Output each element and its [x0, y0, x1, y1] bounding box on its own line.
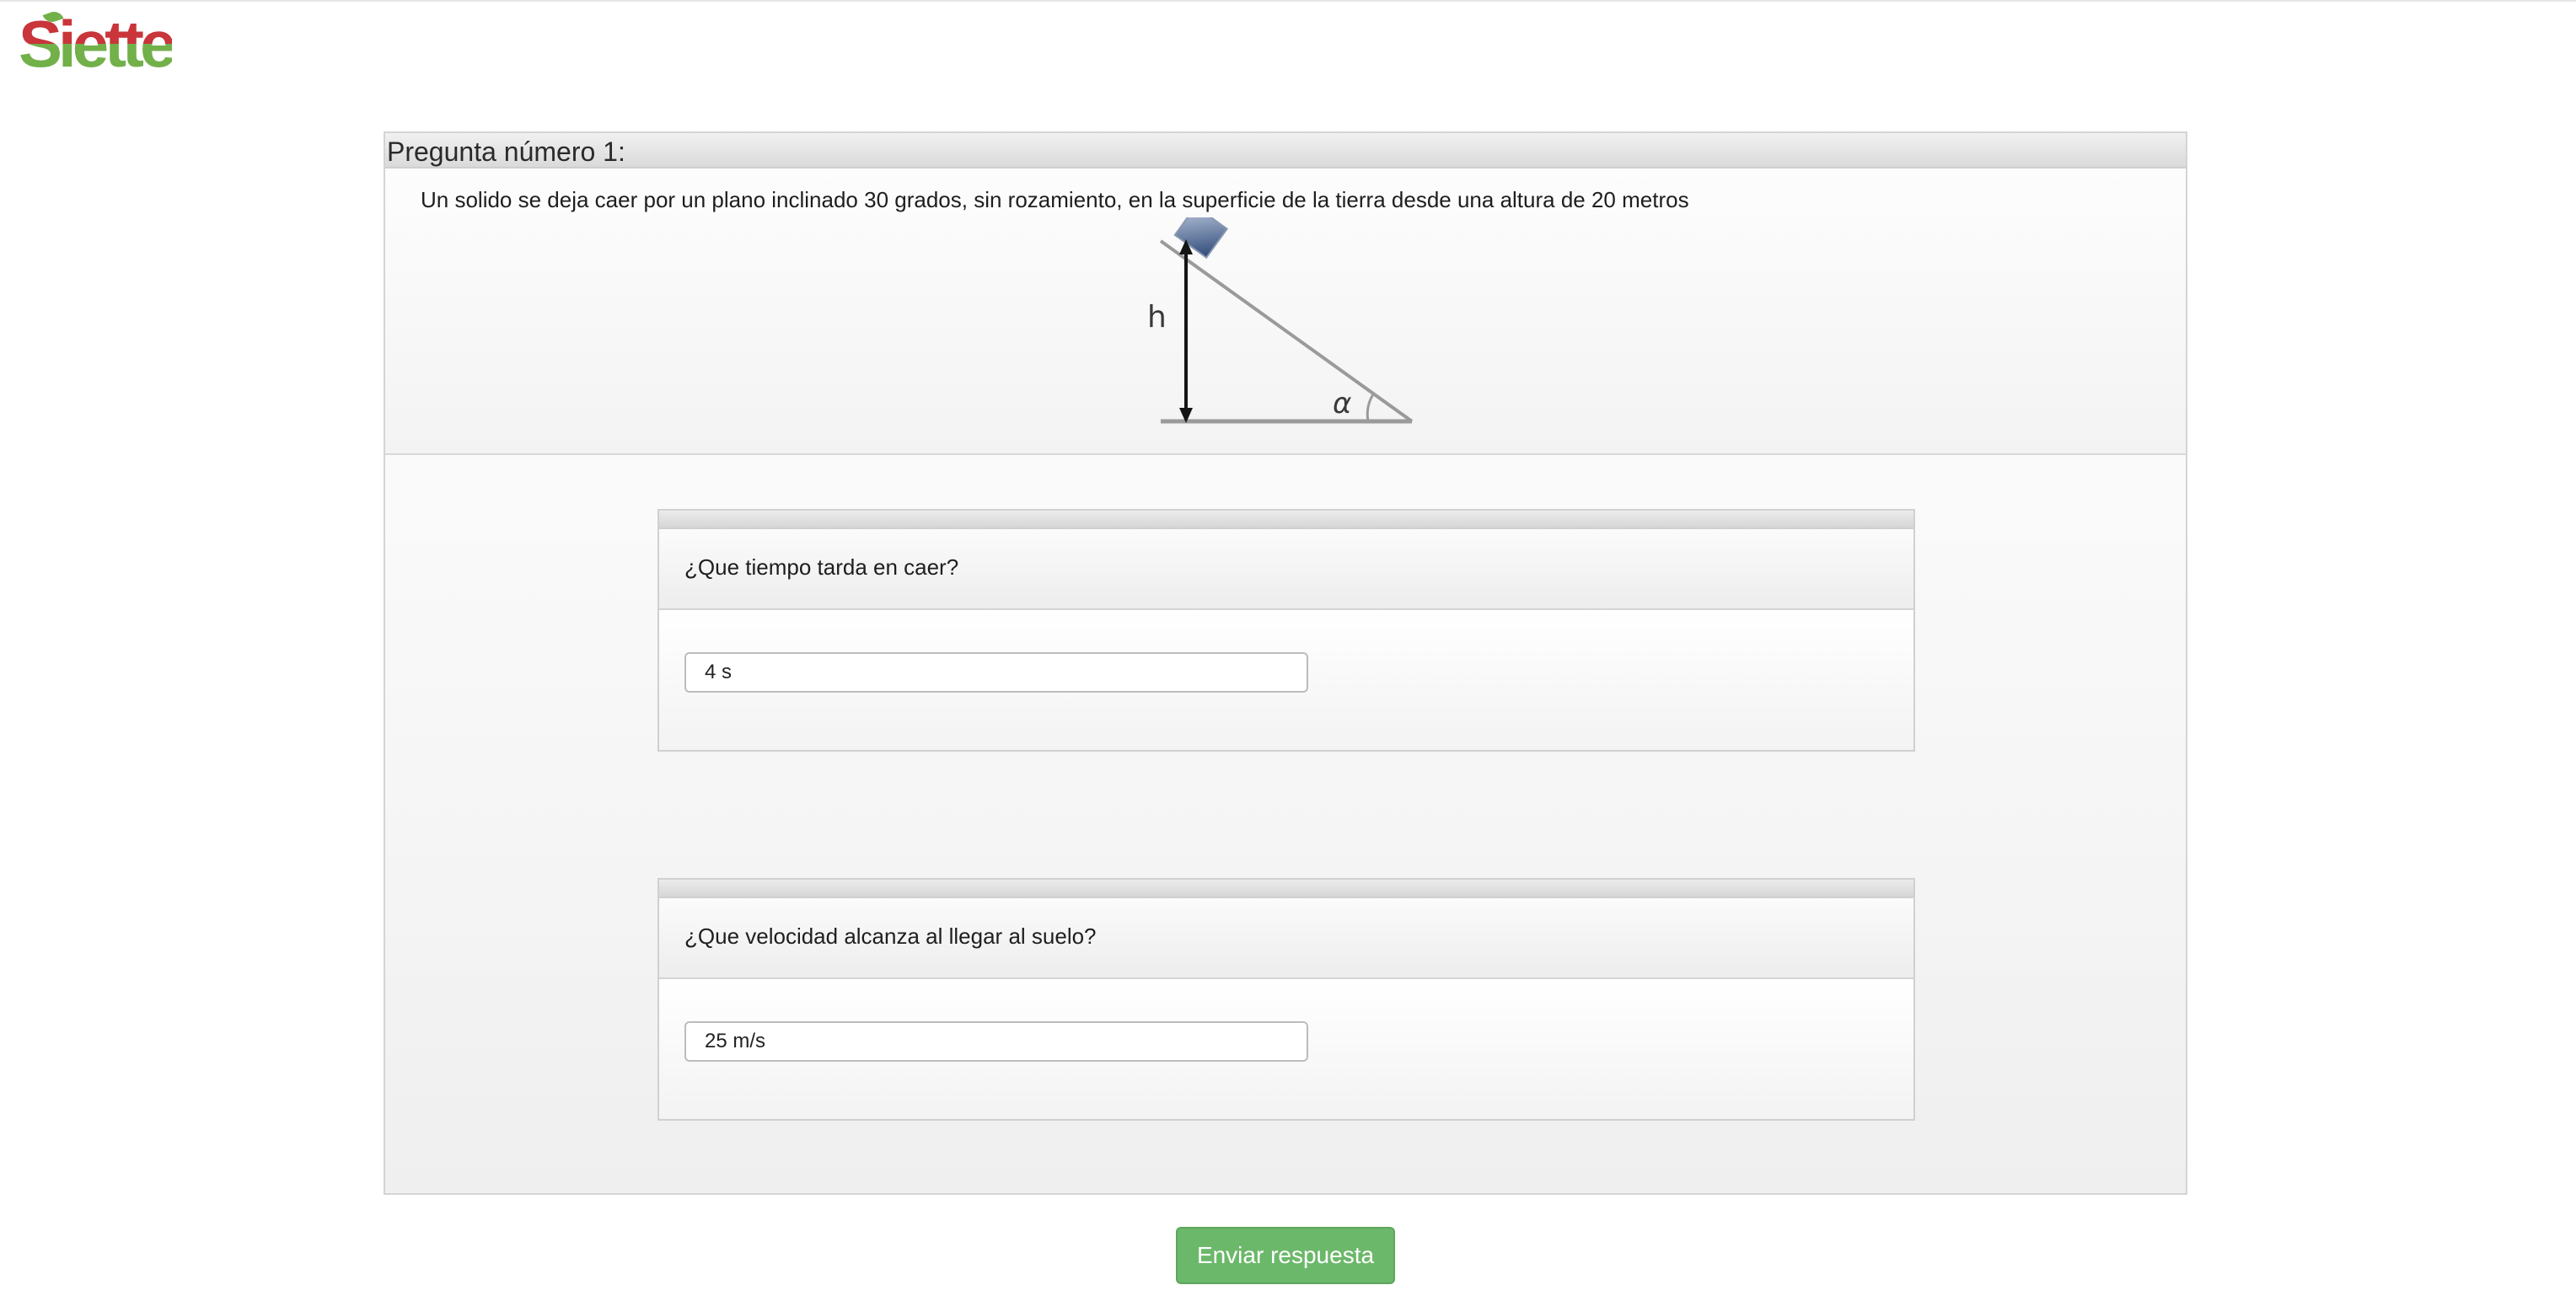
page: Siette Pregunta número 1: Un solido se d… — [0, 0, 2576, 1301]
answer-input-time[interactable] — [684, 652, 1308, 693]
inclined-plane-figure: h α — [1147, 217, 1414, 424]
question-panel: Pregunta número 1: Un solido se deja cae… — [384, 131, 2187, 1195]
answer-input-velocity[interactable] — [684, 1021, 1308, 1062]
angle-arc — [1366, 394, 1375, 422]
subquestion-prompt: ¿Que tiempo tarda en caer? — [684, 554, 959, 580]
subquestion-body — [659, 610, 1913, 750]
subquestion-header-bar — [659, 880, 1913, 898]
logo-text: Siette — [19, 7, 176, 81]
subquestion-card-1: ¿Que tiempo tarda en caer? — [657, 509, 1915, 752]
subquestion-body — [659, 979, 1913, 1119]
question-header: Pregunta número 1: — [385, 133, 2186, 169]
question-statement: Un solido se deja caer por un plano incl… — [385, 169, 2186, 455]
subquestion-title-row: ¿Que tiempo tarda en caer? — [659, 529, 1913, 610]
siette-logo[interactable]: Siette — [19, 8, 176, 84]
subquestion-title-row: ¿Que velocidad alcanza al llegar al suel… — [659, 898, 1913, 979]
statement-text: Un solido se deja caer por un plano incl… — [421, 187, 1689, 212]
subquestion-card-2: ¿Que velocidad alcanza al llegar al suel… — [657, 878, 1915, 1121]
incline-line — [1159, 239, 1414, 423]
height-label: h — [1147, 300, 1167, 335]
question-title: Pregunta número 1: — [387, 137, 625, 167]
subquestion-header-bar — [659, 511, 1913, 529]
angle-label: α — [1333, 387, 1351, 420]
subquestion-prompt: ¿Que velocidad alcanza al llegar al suel… — [684, 924, 1097, 949]
submit-answer-button[interactable]: Enviar respuesta — [1176, 1227, 1395, 1284]
